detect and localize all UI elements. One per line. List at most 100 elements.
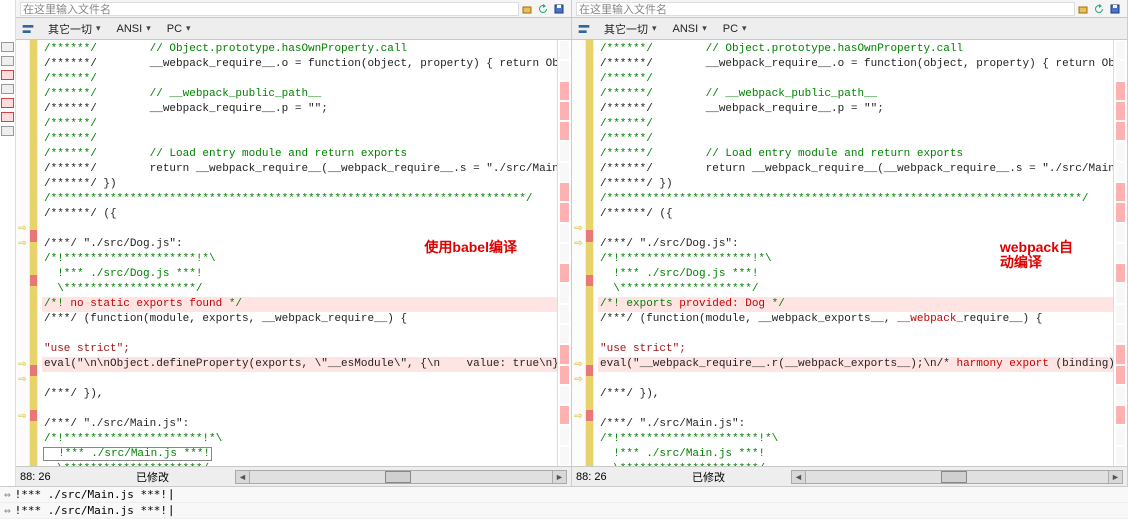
code-area[interactable]: /******/ // Object.prototype.hasOwnPrope… <box>594 40 1113 466</box>
statusbar: 88: 26已修改◄► <box>16 466 571 486</box>
code-line: !*** ./src/Dog.js ***! <box>42 267 557 282</box>
code-line: !*** ./src/Dog.js ***! <box>598 267 1113 282</box>
subbar: 其它一切 ANSI PC <box>16 18 571 40</box>
filename-input[interactable]: 在这里输入文件名 <box>20 2 519 16</box>
encoding-dropdown[interactable]: ANSI <box>669 23 711 35</box>
code-line: /******/ // Load entry module and return… <box>598 147 1113 162</box>
code-line: !*** ./src/Main.js ***! <box>42 447 557 462</box>
code-line <box>598 402 1113 417</box>
code-line: /***/ (function(module, __webpack_export… <box>598 312 1113 327</box>
marker-gutter: ⇨⇨⇨⇨⇨ <box>16 40 30 466</box>
code-line: /******/ // Object.prototype.hasOwnPrope… <box>598 42 1113 57</box>
format-icon[interactable] <box>576 21 592 37</box>
code-line: \*********************/ <box>42 462 557 466</box>
code-line: /*!*********************!*\ <box>42 432 557 447</box>
code-line: /******/ // __webpack_public_path__ <box>42 87 557 102</box>
horizontal-scrollbar[interactable]: ◄► <box>235 470 567 484</box>
scroll-left-icon[interactable]: ◄ <box>792 471 806 483</box>
code-line: /******/ __webpack_require__.o = functio… <box>42 57 557 72</box>
scroll-right-icon[interactable]: ► <box>1108 471 1122 483</box>
nav-row-text: !*** ./src/Main.js ***! <box>15 503 167 519</box>
code-line: /*!********************!*\ <box>42 252 557 267</box>
platform-dropdown[interactable]: PC <box>719 23 751 35</box>
open-icon[interactable] <box>1075 1 1091 17</box>
encoding-dropdown[interactable]: ANSI <box>113 23 155 35</box>
code-line: /******/ __webpack_require__.o = functio… <box>598 57 1113 72</box>
segment-strip[interactable] <box>1113 40 1127 466</box>
code-line <box>42 327 557 342</box>
right-pane: 在这里输入文件名其它一切 ANSI PC ⇨⇨⇨⇨⇨ /******/ // Objec… <box>572 0 1128 486</box>
change-strip <box>586 40 594 466</box>
save-icon[interactable] <box>551 1 567 17</box>
code-line: /***/ }), <box>598 387 1113 402</box>
code-line: /******/ __webpack_require__.p = ""; <box>598 102 1113 117</box>
code-line: eval("__webpack_require__.r(__webpack_ex… <box>598 357 1113 372</box>
statusbar: 88: 26已修改◄► <box>572 466 1127 486</box>
marker-gutter: ⇨⇨⇨⇨⇨ <box>572 40 586 466</box>
left-pane: 在这里输入文件名其它一切 ANSI PC ⇨⇨⇨⇨⇨ /******/ // Objec… <box>16 0 572 486</box>
code-line: !*** ./src/Main.js ***! <box>598 447 1113 462</box>
code-line: /***/ "./src/Main.js": <box>598 417 1113 432</box>
code-line: "use strict"; <box>42 342 557 357</box>
format-icon[interactable] <box>20 21 36 37</box>
scroll-thumb[interactable] <box>941 471 967 483</box>
nav-diff-icon: ⇔ <box>4 503 11 519</box>
filename-input[interactable]: 在这里输入文件名 <box>576 2 1075 16</box>
code-line: /******/ <box>42 132 557 147</box>
subbar: 其它一切 ANSI PC <box>572 18 1127 40</box>
code-line: /******/ return __webpack_require__(__we… <box>42 162 557 177</box>
code-line: /*! no static exports found */ <box>42 297 557 312</box>
refresh-icon[interactable] <box>535 1 551 17</box>
code-line <box>42 372 557 387</box>
segment-strip[interactable] <box>557 40 571 466</box>
nav-history: ⇔!*** ./src/Main.js ***!⎸⇔!*** ./src/Mai… <box>0 486 1128 519</box>
topbar: 在这里输入文件名 <box>16 0 571 18</box>
code-line: \********************/ <box>42 282 557 297</box>
code-line <box>598 222 1113 237</box>
all-dropdown[interactable]: 其它一切 <box>44 21 105 37</box>
scroll-left-icon[interactable]: ◄ <box>236 471 250 483</box>
modified-label: 已修改 <box>626 469 791 485</box>
nav-diff-icon: ⇔ <box>4 487 11 503</box>
cursor-position: 88: 26 <box>20 471 70 483</box>
code-line: /******/ <box>598 72 1113 87</box>
modified-label: 已修改 <box>70 469 235 485</box>
open-icon[interactable] <box>519 1 535 17</box>
code-line: /******/ <box>42 72 557 87</box>
code-line: /*!*********************!*\ <box>598 432 1113 447</box>
refresh-icon[interactable] <box>1091 1 1107 17</box>
editor: ⇨⇨⇨⇨⇨ /******/ // Object.prototype.hasOwn… <box>16 40 571 466</box>
code-line: /******/ <box>598 117 1113 132</box>
code-line: /***************************************… <box>598 192 1113 207</box>
save-icon[interactable] <box>1107 1 1123 17</box>
topbar: 在这里输入文件名 <box>572 0 1127 18</box>
code-line: /******/ }) <box>598 177 1113 192</box>
dual-pane-container: 在这里输入文件名其它一切 ANSI PC ⇨⇨⇨⇨⇨ /******/ // Objec… <box>0 0 1128 486</box>
scroll-right-icon[interactable]: ► <box>552 471 566 483</box>
code-line: /******/ ({ <box>42 207 557 222</box>
code-line: /***/ "./src/Dog.js": <box>598 237 1113 252</box>
code-line: /***************************************… <box>42 192 557 207</box>
code-line: \*********************/ <box>598 462 1113 466</box>
all-dropdown[interactable]: 其它一切 <box>600 21 661 37</box>
code-line: "use strict"; <box>598 342 1113 357</box>
nav-row[interactable]: ⇔!*** ./src/Main.js ***!⎸ <box>0 503 1128 519</box>
code-line: /******/ ({ <box>598 207 1113 222</box>
platform-dropdown[interactable]: PC <box>163 23 195 35</box>
code-area[interactable]: /******/ // Object.prototype.hasOwnPrope… <box>38 40 557 466</box>
horizontal-scrollbar[interactable]: ◄► <box>791 470 1123 484</box>
code-line: /******/ // Object.prototype.hasOwnPrope… <box>42 42 557 57</box>
nav-row[interactable]: ⇔!*** ./src/Main.js ***!⎸ <box>0 487 1128 503</box>
code-line: /******/ // Load entry module and return… <box>42 147 557 162</box>
change-strip <box>30 40 38 466</box>
code-line <box>598 327 1113 342</box>
code-line <box>42 222 557 237</box>
code-line: \********************/ <box>598 282 1113 297</box>
nav-row-text: !*** ./src/Main.js ***! <box>15 487 167 503</box>
cursor-position: 88: 26 <box>576 471 626 483</box>
code-line <box>42 402 557 417</box>
scroll-thumb[interactable] <box>385 471 411 483</box>
diff-overview-strip[interactable] <box>0 0 16 486</box>
code-line: /***/ (function(module, exports, __webpa… <box>42 312 557 327</box>
code-line: /*!********************!*\ <box>598 252 1113 267</box>
